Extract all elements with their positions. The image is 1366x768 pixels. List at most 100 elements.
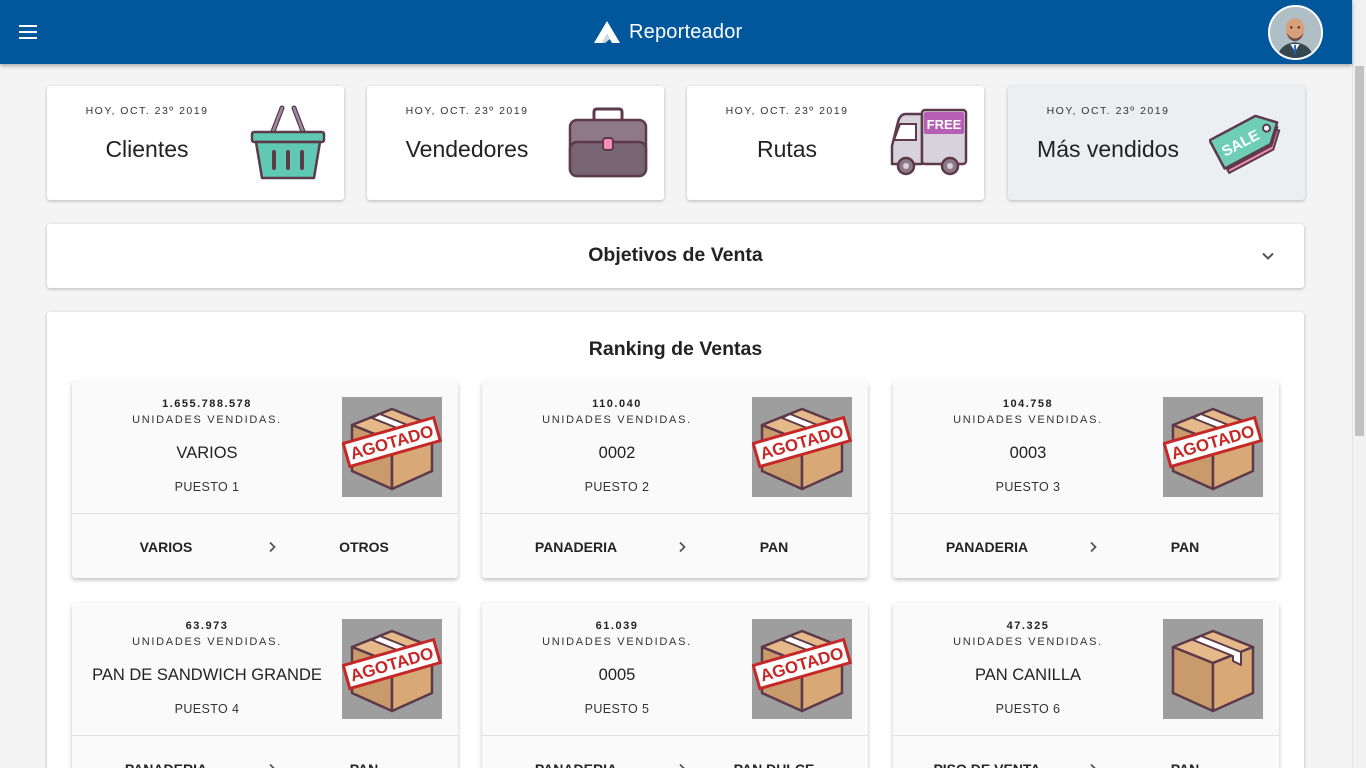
stat-card-rutas[interactable]: HOY, OCT. 23º 2019 Rutas FREE [687,86,984,200]
stat-title: Vendedores [405,136,529,162]
subcategory-link[interactable]: PAN [694,539,854,555]
stat-title: Clientes [105,136,189,162]
rank-product-name: 0003 [1009,444,1047,462]
rank-card-body: 61.039 UNIDADES VENDIDAS. 0005 PUESTO 5 … [482,603,868,735]
stat-card-vendedores[interactable]: HOY, OCT. 23º 2019 Vendedores [367,86,664,200]
subcategory-link[interactable]: PAN [284,761,444,768]
rank-product-name: 0002 [598,444,636,462]
app-bar: Reporteador [0,0,1352,64]
stat-date: HOY, OCT. 23º 2019 [85,105,209,117]
objetivos-de-venta-panel[interactable]: Objetivos de Venta [47,224,1304,288]
free-badge-text: FREE [927,117,962,132]
rank-position: PUESTO 5 [584,702,650,716]
stat-date: HOY, OCT. 23º 2019 [725,105,849,117]
app-title: Reporteador [629,20,743,43]
category-link[interactable]: PANADERIA [907,539,1067,555]
rank-position: PUESTO 6 [995,702,1061,716]
delivery-truck-icon: FREE [890,108,968,176]
ranking-de-ventas-panel: Ranking de Ventas 1.655.788.578 UNIDADES… [47,312,1304,768]
rank-units-value: 1.655.788.578 [162,398,252,410]
chevron-right-icon [269,541,276,553]
chevron-right-icon [679,541,686,553]
subcategory-link[interactable]: PAN DULCE [694,761,854,768]
rank-product-name: VARIOS [176,444,238,462]
rank-breadcrumb: PANADERIA PAN [893,514,1279,578]
category-link[interactable]: PANADERIA [496,761,656,768]
product-image: AGOTADO [752,397,852,497]
chevron-right-icon [1090,763,1096,768]
rank-units-label: UNIDADES VENDIDAS. [132,414,282,426]
rank-card[interactable]: 61.039 UNIDADES VENDIDAS. 0005 PUESTO 5 … [482,603,868,768]
rank-units-label: UNIDADES VENDIDAS. [542,636,692,648]
rank-units-value: 61.039 [595,620,639,632]
category-link[interactable]: PISO DE VENTA [907,761,1067,768]
category-link[interactable]: PANADERIA [496,539,656,555]
rank-units-label: UNIDADES VENDIDAS. [953,636,1103,648]
rank-breadcrumb: PANADERIA PAN [482,514,868,578]
subcategory-link[interactable]: PAN [1105,539,1265,555]
box-icon: AGOTADO [342,397,442,497]
scrollbar-thumb[interactable] [1355,66,1364,436]
subcategory-link[interactable]: OTROS [284,539,444,555]
rank-position: PUESTO 1 [174,480,240,494]
rank-units-value: 63.973 [185,620,229,632]
rank-card[interactable]: 110.040 UNIDADES VENDIDAS. 0002 PUESTO 2… [482,381,868,578]
rank-breadcrumb: PANADERIA PAN [72,736,458,768]
vertical-scrollbar[interactable] [1352,0,1366,768]
rank-units-label: UNIDADES VENDIDAS. [132,636,282,648]
avatar[interactable] [1268,5,1323,60]
stat-date: HOY, OCT. 23º 2019 [405,105,529,117]
box-icon [1163,619,1263,719]
rank-product-name: PAN DE SANDWICH GRANDE [92,666,322,684]
stat-card-mas-vendidos[interactable]: HOY, OCT. 23º 2019 Más vendidos SALE [1008,86,1305,200]
rank-product-name: PAN CANILLA [974,666,1082,684]
rank-position: PUESTO 2 [584,480,650,494]
rank-product-name: 0005 [598,666,636,684]
rank-card[interactable]: 104.758 UNIDADES VENDIDAS. 0003 PUESTO 3… [893,381,1279,578]
rank-units-value: 47.325 [1006,620,1050,632]
box-icon: AGOTADO [752,619,852,719]
menu-icon[interactable] [12,16,44,48]
box-icon: AGOTADO [1163,397,1263,497]
box-icon: AGOTADO [752,397,852,497]
ranking-title: Ranking de Ventas [588,338,763,360]
app-logo-icon [594,21,620,43]
category-link[interactable]: PANADERIA [86,761,246,768]
rank-units-value: 110.040 [592,398,642,410]
stat-title: Más vendidos [1037,136,1179,162]
rank-card[interactable]: 1.655.788.578 UNIDADES VENDIDAS. VARIOS … [72,381,458,578]
rank-breadcrumb: PANADERIA PAN DULCE [482,736,868,768]
stat-card-clientes[interactable]: HOY, OCT. 23º 2019 Clientes [47,86,344,200]
basket-icon [250,105,326,180]
chevron-down-icon[interactable] [1260,248,1276,264]
user-avatar-icon [1270,7,1321,58]
rank-units-value: 104.758 [1002,398,1054,410]
category-link[interactable]: VARIOS [86,539,246,555]
box-icon: AGOTADO [342,619,442,719]
chevron-right-icon [1090,541,1097,553]
rank-position: PUESTO 3 [995,480,1061,494]
app-brand[interactable]: Reporteador [594,18,742,46]
product-image: AGOTADO [342,619,442,719]
product-image [1163,619,1263,719]
product-image: AGOTADO [1163,397,1263,497]
chevron-right-icon [269,763,275,768]
rank-card[interactable]: 63.973 UNIDADES VENDIDAS. PAN DE SANDWIC… [72,603,458,768]
product-image: AGOTADO [752,619,852,719]
sale-tag-icon: SALE [1209,114,1281,175]
chevron-right-icon [679,763,685,768]
stat-title: Rutas [756,136,818,162]
rank-card[interactable]: 47.325 UNIDADES VENDIDAS. PAN CANILLA PU… [893,603,1279,768]
briefcase-icon [568,107,648,178]
stat-date: HOY, OCT. 23º 2019 [1046,105,1170,117]
rank-breadcrumb: PISO DE VENTA PAN [893,736,1279,768]
rank-card-body: 110.040 UNIDADES VENDIDAS. 0002 PUESTO 2… [482,381,868,513]
rank-breadcrumb: VARIOS OTROS [72,514,458,578]
rank-position: PUESTO 4 [174,702,240,716]
rank-card-body: 1.655.788.578 UNIDADES VENDIDAS. VARIOS … [72,381,458,513]
product-image: AGOTADO [342,397,442,497]
rank-units-label: UNIDADES VENDIDAS. [953,414,1103,426]
subcategory-link[interactable]: PAN [1105,761,1265,768]
rank-units-label: UNIDADES VENDIDAS. [542,414,692,426]
rank-card-body: 63.973 UNIDADES VENDIDAS. PAN DE SANDWIC… [72,603,458,735]
